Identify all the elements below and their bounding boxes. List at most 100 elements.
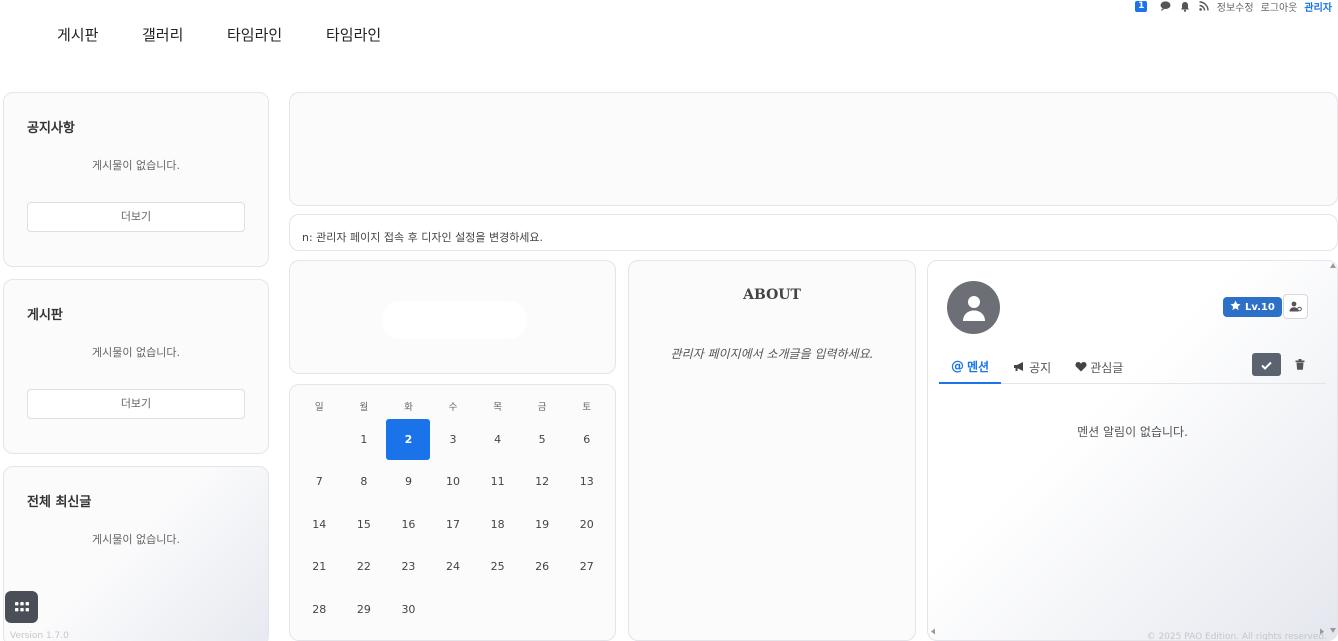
logo-placeholder [382,301,527,339]
nav-item-timeline-2[interactable]: 타임라인 [326,24,381,45]
calendar-day-number: 25 [490,560,505,574]
avatar[interactable] [947,281,1000,334]
calendar-day[interactable]: 8 [342,461,387,503]
calendar-week-row: 7 8 9 10 11 12 13 [297,461,609,503]
calendar-day[interactable]: 6 [564,419,609,461]
calendar-day[interactable]: 11 [475,461,520,503]
calendar-day-number: 21 [312,560,327,574]
calendar-week-row: 14 15 16 17 18 19 20 [297,504,609,546]
apps-menu-button[interactable] [5,591,38,623]
calendar-day-number: 30 [401,602,416,616]
calendar-day[interactable]: 18 [475,504,520,546]
calendar-day[interactable]: 7 [297,461,342,503]
calendar-day-number: 20 [579,517,594,531]
calendar-day[interactable]: 30 [386,589,431,631]
weekday-label: 일 [314,402,324,413]
calendar-day[interactable]: 15 [342,504,387,546]
calendar-day[interactable]: 21 [297,546,342,588]
calendar-day-number: 27 [579,560,594,574]
chat-icon[interactable] [1160,0,1172,12]
calendar-day[interactable]: 17 [431,504,476,546]
calendar-day-number: 14 [312,517,327,531]
calendar-day[interactable]: 22 [342,546,387,588]
weekday-label: 수 [448,402,458,413]
board-empty-text: 게시물이 없습니다. [92,346,180,359]
calendar-week-row: 1 2 3 4 5 6 [297,419,609,461]
nav-item-gallery[interactable]: 갤러리 [142,24,227,45]
calendar-day[interactable]: 9 [386,461,431,503]
edit-info-link[interactable]: 정보수정 [1217,0,1254,14]
calendar-widget: 일 월 화 수 목 금 토 1 2 3 4 5 6 7 8 9 10 11 12 13 14 15 16 17 1… [289,384,616,641]
main-nav: 게시판 갤러리 타임라인 타임라인 [57,24,381,45]
calendar-day[interactable]: 3 [431,419,476,461]
rss-icon[interactable] [1198,0,1210,12]
calendar-days: 1 2 3 4 5 6 7 8 9 10 11 12 13 14 15 16 17 18 19 20 21 22 23 24 2… [297,419,609,631]
calendar-day[interactable]: 23 [386,546,431,588]
nav-item-timeline[interactable]: 타임라인 [227,24,326,45]
logout-link[interactable]: 로그아웃 [1261,0,1298,14]
profile-hscroll-right-arrow[interactable] [1319,620,1325,639]
calendar-day[interactable]: 29 [342,589,387,631]
calendar-day[interactable]: 27 [564,546,609,588]
weekday-label: 토 [582,402,592,413]
delete-button[interactable] [1290,353,1310,376]
calendar-day[interactable]: 24 [431,546,476,588]
calendar-day-empty [297,419,342,461]
admin-link[interactable]: 관리자 [1304,0,1332,14]
calendar-day[interactable]: 4 [475,419,520,461]
copyright-text: © 2025 PAO Edition. All rights reserved. [1146,632,1327,641]
calendar-day[interactable]: 13 [564,461,609,503]
calendar-day[interactable]: 25 [475,546,520,588]
top-utility-bar: 1 정보수정 로그아웃 관리자 [1135,0,1332,14]
calendar-day-empty [520,589,565,631]
calendar-day[interactable]: 16 [386,504,431,546]
add-friend-button[interactable] [1283,294,1308,319]
calendar-day[interactable]: 5 [520,419,565,461]
notice-title: 공지사항 [27,121,75,136]
profile-scrollbar[interactable] [1329,261,1337,640]
about-widget: ABOUT 관리자 페이지에서 소개글을 입력하세요. [628,260,916,641]
tab-mention[interactable]: @ 멘션 [939,352,1002,384]
calendar-day-number: 15 [356,517,371,531]
notice-more-button[interactable]: 더보기 [27,202,245,232]
calendar-day[interactable]: 1 [342,419,387,461]
calendar-day-number: 28 [312,602,327,616]
calendar-day[interactable]: 20 [564,504,609,546]
calendar-day[interactable]: 12 [520,461,565,503]
star-icon [1230,300,1241,314]
calendar-day[interactable]: 14 [297,504,342,546]
tab-notice[interactable]: 공지 [1001,352,1063,384]
weekday-label: 월 [359,402,369,413]
calendar-day-number: 16 [401,517,416,531]
board-widget: 게시판 게시물이 없습니다. 더보기 [3,279,269,454]
notice-empty-text: 게시물이 없습니다. [92,159,180,172]
calendar-day[interactable]: 19 [520,504,565,546]
bell-icon[interactable] [1179,0,1191,12]
tab-favorites-label: 관심글 [1090,361,1124,375]
members-icon[interactable]: 1 [1135,0,1148,12]
calendar-day-number: 23 [401,560,416,574]
calendar-day-number: 4 [494,433,502,446]
mark-read-button[interactable] [1252,353,1281,376]
calendar-day-number: 3 [449,433,457,446]
calendar-day[interactable]: 26 [520,546,565,588]
version-text: Version 1.7.0 [10,631,69,641]
tab-mention-label: 멘션 [967,360,990,374]
level-badge: Lv.10 [1223,297,1282,317]
calendar-day[interactable]: 28 [297,589,342,631]
board-more-button[interactable]: 더보기 [27,389,245,419]
calendar-day-number: 26 [535,560,550,574]
tab-favorites[interactable]: 관심글 [1063,352,1135,384]
weekday-label: 목 [493,402,502,413]
calendar-day-today[interactable]: 2 [386,419,431,461]
grid-icon [14,598,29,617]
trash-icon [1295,355,1305,374]
members-count-badge: 1 [1135,0,1148,12]
calendar-day-number: 6 [583,433,591,446]
check-icon [1261,355,1272,374]
calendar-day-number: 10 [446,475,461,489]
calendar-day-number: 19 [535,517,550,531]
nav-item-board[interactable]: 게시판 [57,24,142,45]
calendar-day[interactable]: 10 [431,461,476,503]
profile-hscroll-left-arrow[interactable] [930,620,936,639]
